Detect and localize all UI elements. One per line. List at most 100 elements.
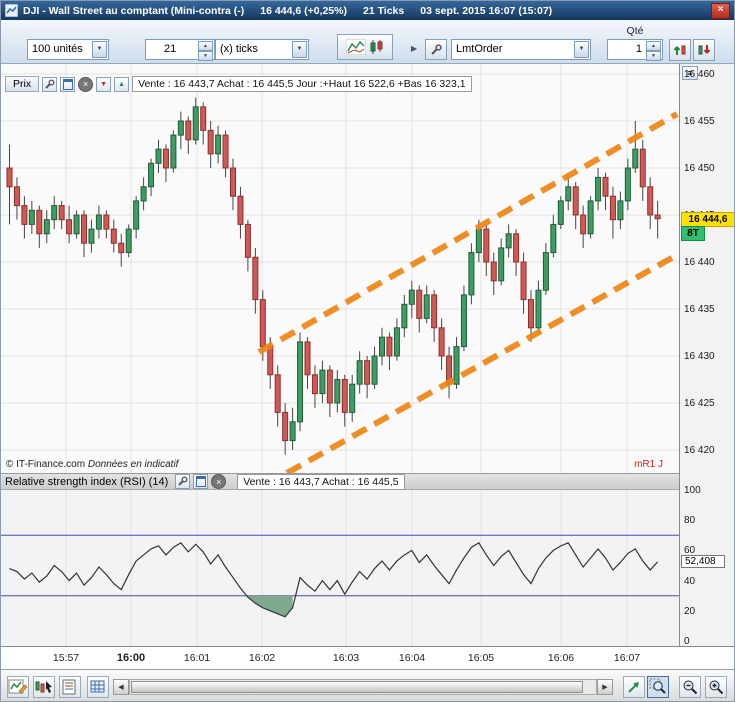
zoom-in-icon bbox=[709, 680, 724, 695]
price-chart-panel[interactable]: Prix × ▼ ▲ Vente : 16 443,7 Achat : 16 4… bbox=[1, 64, 679, 473]
candle-style-icon bbox=[370, 40, 382, 54]
units-value: 100 unités bbox=[32, 43, 83, 55]
time-axis-label: 16:07 bbox=[613, 652, 641, 664]
rsi-chart-canvas[interactable] bbox=[1, 490, 679, 646]
buy-arrows-icon bbox=[673, 45, 686, 55]
rsi-detach-window-button[interactable] bbox=[193, 474, 209, 489]
copyright-disclaimer: Données en indicatif bbox=[87, 459, 179, 470]
price-axis-label: 16 430 bbox=[684, 351, 715, 362]
rsi-axis-label: 80 bbox=[684, 515, 696, 527]
rsi-axis-label: 40 bbox=[684, 575, 696, 587]
green-up-arrow-icon: ▲ bbox=[118, 80, 126, 88]
copyright-note: © IT-Finance.com Données en indicatif bbox=[6, 459, 178, 470]
order-type-dropdown[interactable]: LmtOrder ▼ bbox=[451, 39, 591, 60]
rsi-value-marker: 52,408 bbox=[681, 554, 725, 568]
price-axis-label: 16 460 bbox=[684, 69, 715, 80]
price-chart-canvas[interactable] bbox=[1, 64, 679, 473]
zoom-select-icon bbox=[649, 678, 666, 694]
rsi-close-panel-button[interactable]: × bbox=[211, 474, 227, 489]
green-arrow-icon bbox=[628, 682, 639, 693]
auto-scroll-button[interactable] bbox=[623, 676, 645, 698]
title-datetime: 03 sept. 2015 16:07 (15:07) bbox=[420, 4, 553, 17]
tick-count-marker: 8T bbox=[681, 225, 705, 241]
title-price: 16 444,6 (+0,25%) bbox=[260, 4, 347, 17]
zoom-in-button[interactable] bbox=[705, 676, 727, 698]
cursor-candles-icon bbox=[35, 681, 52, 693]
wrench-icon bbox=[178, 476, 188, 486]
scroll-right-icon[interactable]: ▶ bbox=[597, 679, 613, 695]
zoom-out-button[interactable] bbox=[679, 676, 701, 698]
chevron-down-icon[interactable]: ▼ bbox=[574, 41, 589, 58]
window-icon bbox=[62, 78, 73, 90]
cursor-mode-button[interactable] bbox=[33, 676, 55, 698]
sell-order-button[interactable] bbox=[693, 39, 715, 61]
price-panel-title: Prix bbox=[5, 76, 40, 92]
chart-scrollbar[interactable]: ◀ ▶ bbox=[113, 679, 613, 695]
window-icon bbox=[195, 476, 206, 487]
chevron-down-icon[interactable]: ▼ bbox=[92, 41, 107, 58]
qty-stepper[interactable]: 1 ▲ ▼ bbox=[607, 39, 663, 61]
drawing-tools-button[interactable] bbox=[7, 676, 29, 698]
price-axis-label: 16 435 bbox=[684, 304, 715, 315]
trading-app-window: DJI - Wall Street au comptant (Mini-cont… bbox=[0, 0, 735, 702]
interval-stepper[interactable]: 21 ▲ ▼ bbox=[145, 39, 215, 61]
close-icon[interactable]: × bbox=[711, 2, 730, 19]
time-axis-label: 16:00 bbox=[116, 652, 146, 664]
price-axis-label: 16 450 bbox=[684, 163, 715, 174]
detach-window-button[interactable] bbox=[60, 76, 76, 92]
scroll-left-icon[interactable]: ◀ bbox=[113, 679, 129, 695]
chevron-down-icon[interactable]: ▼ bbox=[292, 41, 307, 58]
price-settings-button[interactable] bbox=[42, 76, 58, 92]
bottom-toolbar: ◀ ▶ bbox=[1, 669, 734, 701]
time-axis-label: 16:02 bbox=[248, 652, 276, 664]
spin-down-icon[interactable]: ▼ bbox=[646, 51, 661, 61]
time-axis-label: 16:06 bbox=[547, 652, 575, 664]
units-dropdown[interactable]: 100 unités ▼ bbox=[27, 39, 109, 60]
collapse-panel-icon[interactable]: ▶ bbox=[411, 44, 417, 53]
title-resolution: 21 Ticks bbox=[362, 4, 405, 17]
price-quote-info: Vente : 16 443,7 Achat : 16 445,5 Jour :… bbox=[132, 76, 472, 92]
instrument-title: DJI - Wall Street au comptant (Mini-cont… bbox=[23, 4, 245, 17]
time-axis-label: 16:04 bbox=[398, 652, 426, 664]
orders-list-button[interactable] bbox=[59, 676, 81, 698]
wrench-icon bbox=[45, 79, 55, 89]
title-bar[interactable]: DJI - Wall Street au comptant (Mini-cont… bbox=[1, 1, 734, 20]
grid-view-button[interactable] bbox=[87, 676, 109, 698]
scrollbar-track[interactable] bbox=[129, 679, 597, 695]
sell-arrows-icon bbox=[698, 45, 711, 55]
interval-unit-dropdown[interactable]: (x) ticks ▼ bbox=[215, 39, 309, 60]
interval-unit-value: (x) ticks bbox=[220, 43, 258, 55]
rsi-axis-label: 20 bbox=[684, 605, 696, 617]
interval-value: 21 bbox=[164, 43, 177, 55]
spin-down-icon[interactable]: ▼ bbox=[198, 51, 213, 61]
qty-label: Qté bbox=[626, 25, 644, 37]
scrollbar-thumb[interactable] bbox=[131, 681, 583, 693]
current-price-marker: 16 444,6 bbox=[681, 211, 734, 227]
order-settings-button[interactable] bbox=[425, 39, 447, 60]
app-chart-icon bbox=[4, 3, 19, 18]
move-panel-down-button[interactable]: ▼ bbox=[96, 76, 112, 92]
zoom-select-button[interactable] bbox=[647, 676, 669, 698]
price-axis-label: 16 455 bbox=[684, 116, 715, 127]
rsi-settings-button[interactable] bbox=[175, 474, 191, 489]
move-panel-up-button[interactable]: ▲ bbox=[114, 76, 130, 92]
time-axis-label: 16:03 bbox=[332, 652, 360, 664]
chart-pencil-icon bbox=[8, 679, 28, 694]
wrench-icon bbox=[431, 43, 442, 55]
zoom-out-icon bbox=[683, 680, 698, 695]
red-down-arrow-icon: ▼ bbox=[100, 80, 108, 88]
rsi-chart-panel[interactable] bbox=[1, 490, 679, 646]
time-axis: 15:57 16:00 16:01 16:02 16:03 16:04 16:05 16:06… bbox=[1, 646, 734, 669]
qty-value: 1 bbox=[635, 43, 642, 55]
price-axis-label: 16 420 bbox=[684, 445, 715, 456]
buy-order-button[interactable] bbox=[669, 39, 691, 61]
grid-icon bbox=[90, 680, 105, 693]
main-toolbar: 100 unités ▼ 21 ▲ ▼ (x) ticks ▼ ▶ LmtOrd… bbox=[1, 20, 734, 64]
spin-up-icon[interactable]: ▲ bbox=[198, 41, 213, 51]
price-panel-header: Prix × ▼ ▲ Vente : 16 443,7 Achat : 16 4… bbox=[5, 76, 472, 92]
time-axis-label: 16:01 bbox=[183, 652, 211, 664]
price-axis[interactable]: ≡ 16 444,6 8T 52,408 16 460 16 455 16 450 1… bbox=[679, 64, 734, 647]
chart-style-button[interactable] bbox=[337, 34, 393, 60]
spin-up-icon[interactable]: ▲ bbox=[646, 41, 661, 51]
close-panel-button[interactable]: × bbox=[78, 76, 94, 92]
